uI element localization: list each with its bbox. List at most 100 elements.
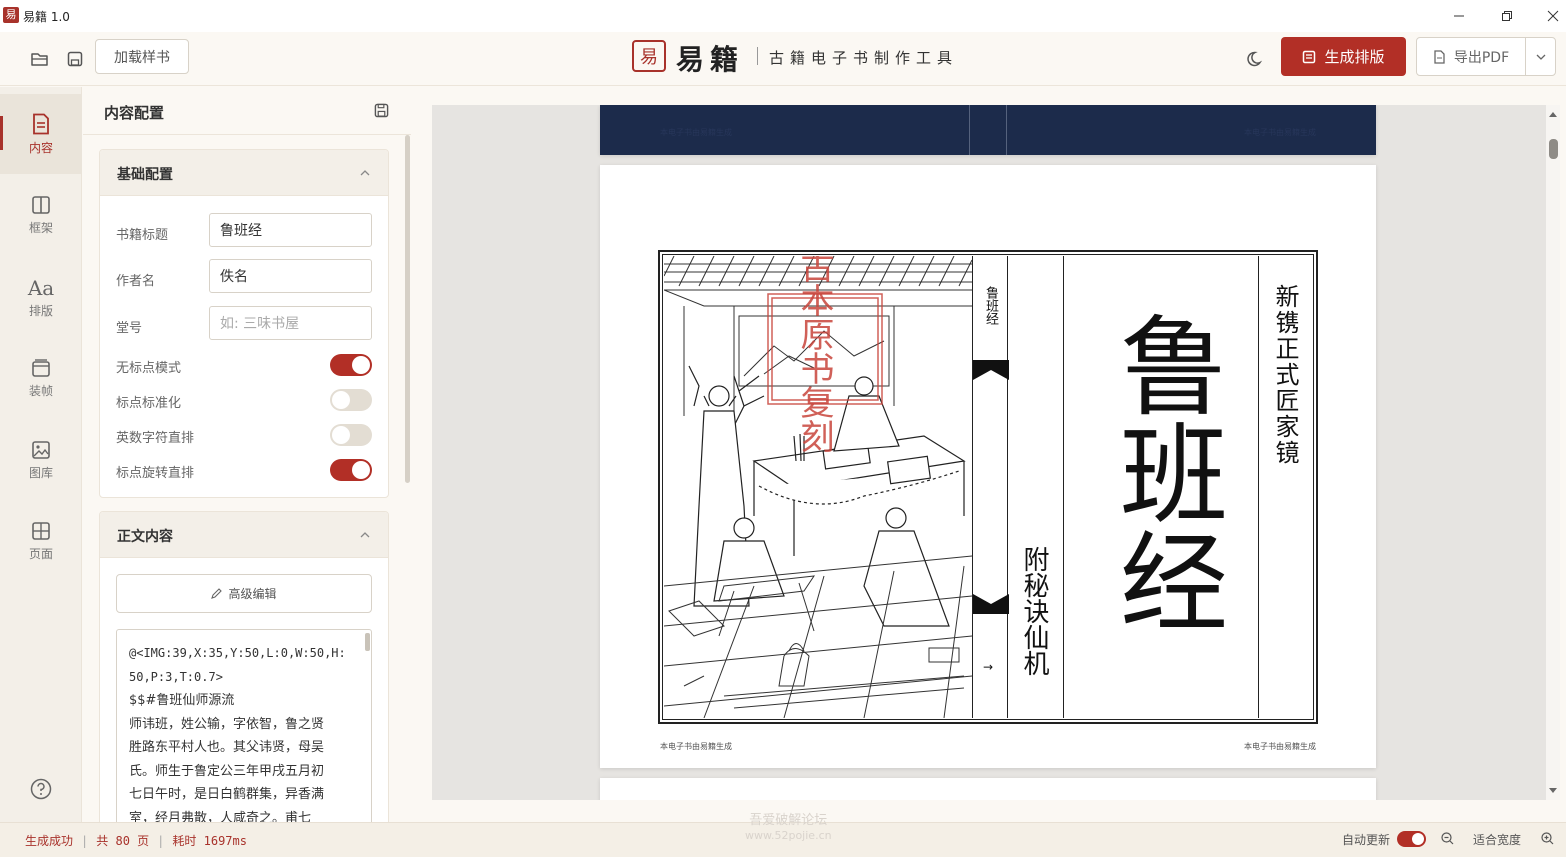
panel-header: 内容配置	[83, 87, 411, 135]
export-dropdown-button[interactable]	[1526, 38, 1556, 75]
preview-scrollbar-track[interactable]	[1546, 105, 1560, 800]
theme-toggle-button[interactable]	[1243, 46, 1269, 72]
restore-button[interactable]	[1484, 0, 1530, 32]
prev-header-right: 本电子书由易籍生成	[1244, 128, 1316, 137]
pencil-icon	[211, 588, 223, 599]
nav-item-typography[interactable]: Aa 排版	[0, 257, 82, 337]
generate-layout-button[interactable]: 生成排版	[1281, 37, 1406, 76]
status-result: 生成成功	[25, 834, 74, 848]
subtitle-column: 新镌正式匠家镜	[1258, 256, 1314, 718]
nav-item-frame[interactable]: 框架	[0, 175, 82, 255]
text-line: 氏。师生于鲁定公三年甲戌五月初	[129, 763, 325, 779]
minimize-icon	[1454, 15, 1464, 17]
preview-area: 本电子书由易籍生成 本电子书由易籍生成 古本原书复刻 鲁班经 → 附秘诀仙机 鲁…	[432, 105, 1546, 800]
text-line: 胜路东平村人也。其父讳贤，母吴	[129, 740, 325, 755]
help-button[interactable]	[30, 778, 52, 804]
nav-label: 内容	[28, 140, 53, 155]
appendix-text: 附秘诀仙机	[1019, 546, 1049, 676]
spine-column: 鲁班经 →	[972, 256, 1009, 718]
page-outer-border: 古本原书复刻 鲁班经 → 附秘诀仙机 鲁班经 新镌正式匠家镜	[658, 250, 1318, 724]
nav-item-content[interactable]: 内容	[0, 94, 82, 174]
forum-watermark: 吾爱破解论坛 www.52pojie.cn	[745, 813, 832, 843]
alnum-vertical-toggle[interactable]	[330, 424, 372, 446]
footer-right: 本电子书由易籍生成	[1244, 742, 1316, 751]
status-left: 生成成功 | 共 80 页 | 耗时 1697ms	[25, 834, 247, 848]
advanced-edit-button[interactable]: 高级编辑	[116, 574, 372, 613]
nav-item-page[interactable]: 页面	[0, 501, 82, 581]
toggle-label: 标点旋转直排	[116, 466, 195, 481]
moon-icon	[1247, 51, 1263, 67]
chevron-up-icon	[360, 170, 370, 176]
hall-name-input[interactable]: 如: 三味书屋	[209, 306, 372, 340]
panel-scrollbar[interactable]	[405, 135, 410, 483]
save-config-icon[interactable]	[374, 103, 389, 118]
brand-divider	[757, 47, 758, 65]
generate-label: 生成排版	[1324, 48, 1385, 66]
illustration-image: 古本原书复刻	[664, 256, 972, 718]
no-punctuation-toggle[interactable]	[330, 354, 372, 376]
zoom-out-button[interactable]	[1441, 832, 1454, 848]
body-text-editor[interactable]: @<IMG:39,X:35,Y:50,L:0,W:50,H: 50,P:3,T:…	[116, 629, 372, 822]
toggle-label: 英数字符直排	[116, 431, 195, 446]
brand-seal-logo: 易	[632, 40, 666, 72]
nav-item-binding[interactable]: 装帧	[0, 338, 82, 418]
arrow-mark: →	[983, 660, 994, 674]
book-title-label: 书籍标题	[116, 228, 169, 243]
scroll-up-icon	[1549, 112, 1557, 117]
appendix-column: 附秘诀仙机	[1008, 256, 1064, 718]
close-icon	[1547, 10, 1559, 22]
fit-width-button[interactable]: 适合宽度	[1473, 831, 1521, 848]
body-content-header[interactable]: 正文内容	[100, 512, 388, 558]
basic-config-card: 基础配置 书籍标题 鲁班经 作者名 佚名 堂号 如: 三味书屋 无标点模式 标点…	[99, 149, 389, 498]
save-button[interactable]	[62, 46, 88, 72]
export-pdf-button[interactable]: 导出PDF	[1417, 38, 1525, 75]
save-icon	[67, 51, 83, 67]
editor-scrollbar[interactable]	[365, 633, 370, 651]
config-panel: 内容配置 基础配置 书籍标题 鲁班经 作者名 佚名 堂号 如: 三味书屋 无标点…	[83, 87, 411, 822]
text-line: 室，经月弗散，人咸奇之。甫七	[129, 810, 312, 823]
basic-config-header[interactable]: 基础配置	[100, 150, 388, 196]
chevron-up-icon	[360, 532, 370, 538]
punctuation-normalize-toggle[interactable]	[330, 389, 372, 411]
nav-label: 页面	[28, 546, 53, 561]
body-content-card: 正文内容 高级编辑 @<IMG:39,X:35,Y:50,L:0,W:50,H:…	[99, 511, 389, 822]
help-icon	[30, 778, 52, 800]
prev-header-left: 本电子书由易籍生成	[660, 128, 732, 137]
scroll-down-icon	[1549, 788, 1557, 793]
zoom-in-button[interactable]	[1541, 832, 1554, 848]
nav-item-gallery[interactable]: 图库	[0, 420, 82, 500]
document-icon	[33, 113, 49, 134]
load-sample-button[interactable]: 加载样书	[95, 39, 189, 74]
status-bar: 生成成功 | 共 80 页 | 耗时 1697ms 吾爱破解论坛 www.52pojie…	[0, 813, 1566, 857]
brand-subtitle: 古籍电子书制作工具	[769, 49, 959, 67]
subtitle-text: 新镌正式匠家镜	[1271, 284, 1299, 466]
typography-icon: Aa	[27, 275, 55, 300]
seal-text: 古本原书复刻	[794, 256, 834, 453]
preview-scrollbar-thumb[interactable]	[1549, 139, 1558, 159]
close-button[interactable]	[1530, 0, 1566, 32]
advanced-edit-label: 高级编辑	[228, 587, 277, 601]
author-input[interactable]: 佚名	[209, 259, 372, 293]
spine-title: 鲁班经	[983, 286, 998, 325]
punctuation-rotate-toggle[interactable]	[330, 459, 372, 481]
nav-label: 图库	[28, 465, 53, 480]
author-label: 作者名	[116, 274, 156, 289]
export-pdf-group: 导出PDF	[1416, 37, 1556, 76]
sidebar-nav: 内容 框架 Aa 排版 装帧 图库 页面	[0, 87, 82, 822]
image-icon	[32, 440, 50, 459]
book-title-input[interactable]: 鲁班经	[209, 213, 372, 247]
next-page	[600, 778, 1376, 800]
export-pdf-label: 导出PDF	[1453, 49, 1510, 66]
hall-name-label: 堂号	[116, 321, 143, 336]
status-elapsed: 耗时 1697ms	[172, 834, 247, 848]
brand-name: 易籍	[676, 43, 745, 76]
basic-config-title: 基础配置	[117, 167, 173, 183]
page-layout-icon	[32, 521, 50, 540]
fishtail-bottom-mark	[973, 594, 1009, 614]
minimize-button[interactable]	[1436, 0, 1482, 32]
open-folder-button[interactable]	[27, 46, 53, 72]
restore-icon	[1502, 11, 1512, 21]
text-line: 师讳班，姓公输，字依智，鲁之贤	[129, 716, 325, 732]
app-icon: 易	[3, 7, 19, 23]
auto-update-toggle[interactable]	[1397, 831, 1426, 847]
